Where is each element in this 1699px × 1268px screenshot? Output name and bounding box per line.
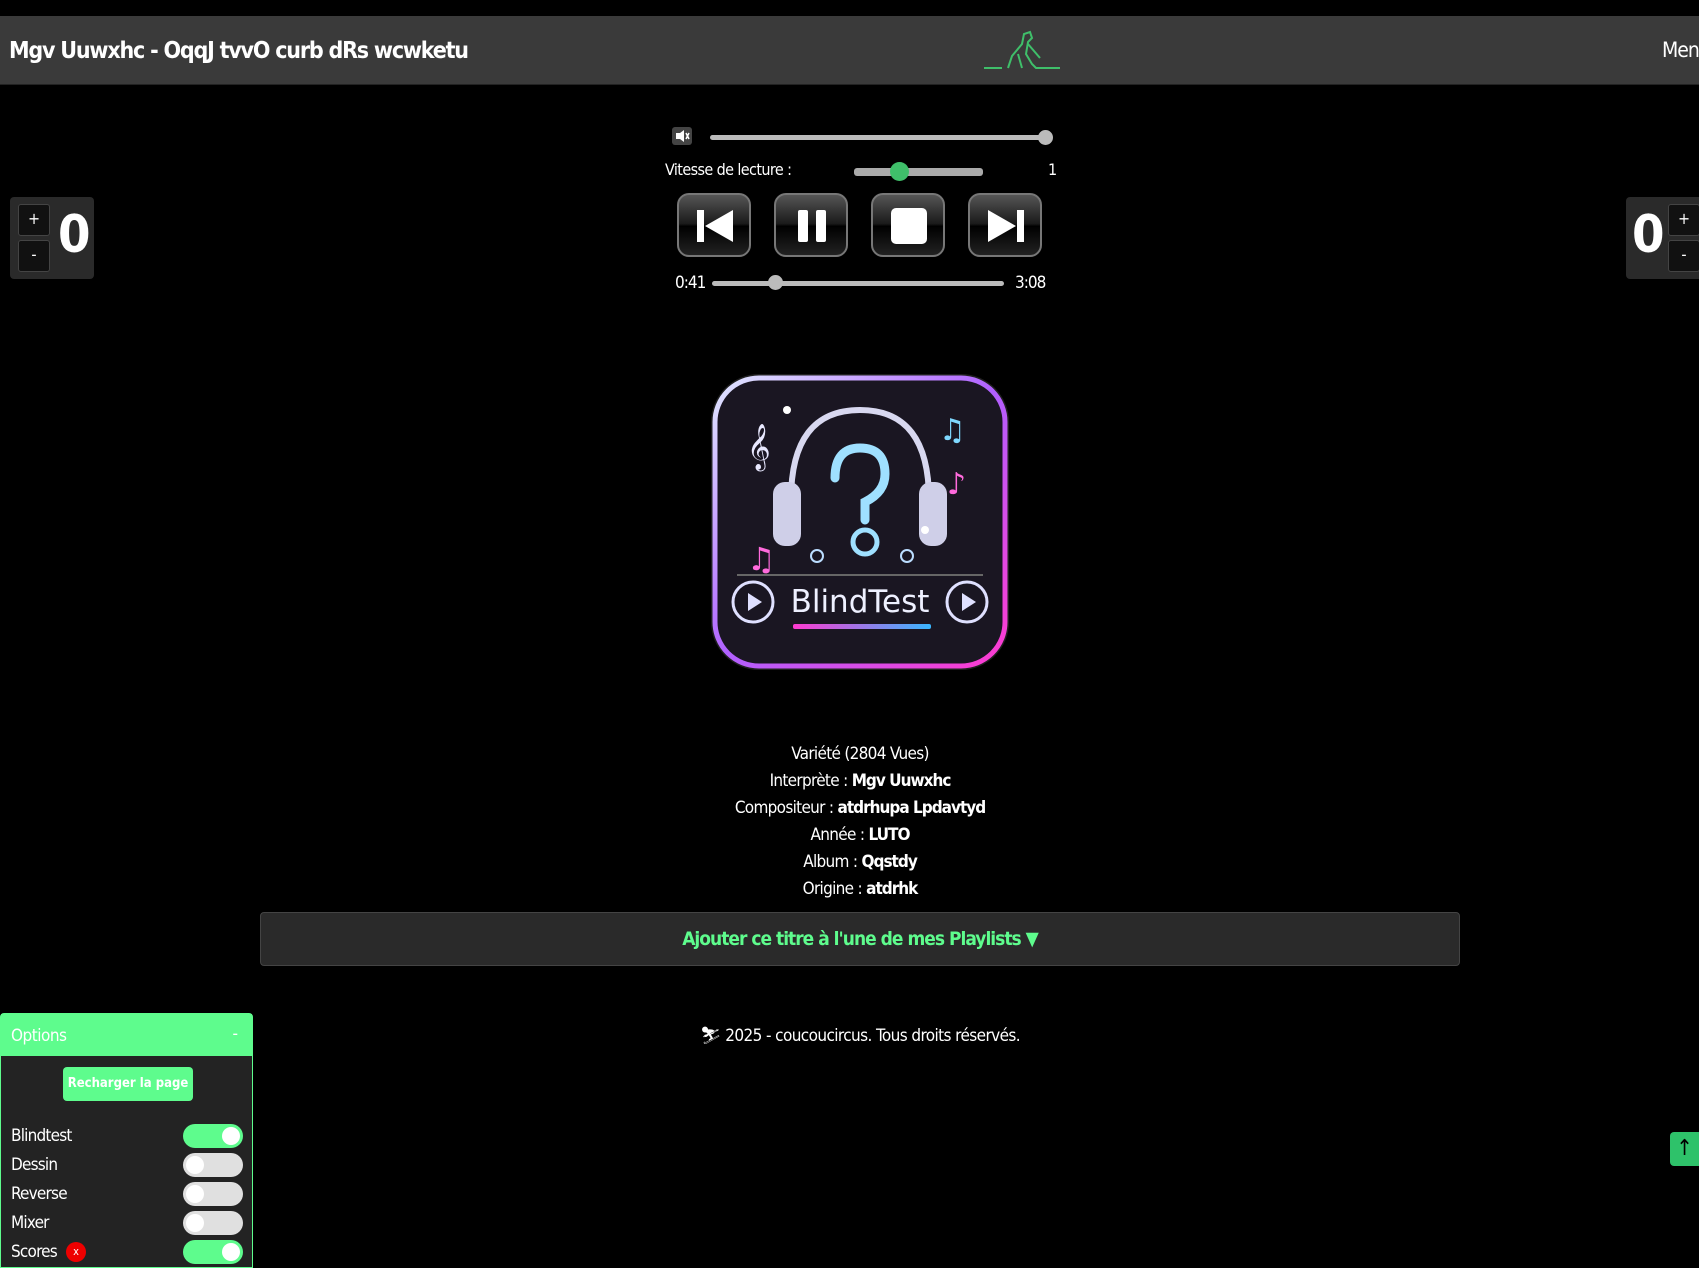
option-label: Blindtest [11, 1126, 72, 1146]
svg-text:♫: ♫ [747, 540, 776, 578]
headphone-left-icon [773, 482, 801, 546]
mixer-toggle[interactable] [183, 1211, 243, 1235]
svg-text:BlindTest: BlindTest [791, 584, 930, 620]
previous-icon [697, 210, 733, 242]
interprete-value: Mgv Uuwxhc [851, 771, 952, 791]
headphone-right-icon [919, 482, 947, 546]
pause-button[interactable] [774, 193, 848, 257]
option-label: Scores [11, 1242, 58, 1262]
reverse-toggle[interactable] [183, 1182, 243, 1206]
add-to-playlist-button[interactable]: Ajouter ce titre à l'une de mes Playlist… [260, 912, 1460, 966]
interprete-label: Interprète : [769, 771, 849, 791]
annee-label: Année : [810, 825, 865, 845]
option-blindtest: Blindtest [11, 1124, 246, 1148]
score-left-minus-button[interactable]: - [18, 240, 50, 272]
option-dessin: Dessin [11, 1153, 246, 1177]
top-strip [0, 0, 1699, 16]
option-reverse: Reverse [11, 1182, 246, 1206]
previous-button[interactable] [677, 193, 751, 257]
progress-slider-thumb[interactable] [767, 275, 783, 290]
scores-toggle[interactable] [183, 1240, 243, 1264]
options-header[interactable]: Options - [1, 1014, 252, 1056]
footer: ⛷ 2025 - coucoucircus. Tous droits réser… [0, 1026, 1699, 1046]
annee-line: Année : LUTO [0, 825, 1699, 845]
penguin-small-icon: ⛷ [699, 1026, 722, 1046]
score-right-plus-button[interactable]: + [1668, 204, 1699, 236]
progress-slider[interactable] [712, 281, 1004, 286]
score-box-left: + - 0 [10, 197, 94, 279]
score-right-minus-button[interactable]: - [1668, 240, 1699, 272]
option-scores: Scores x [11, 1240, 246, 1264]
compositeur-line: Compositeur : atdrhupa Lpdavtyd [0, 798, 1699, 818]
compositeur-value: atdrhupa Lpdavtyd [837, 798, 987, 818]
score-box-right: 0 + - [1626, 197, 1699, 279]
blindtest-artwork: 𝄞 ♫ ♪ ♫ BlindTest [711, 374, 1009, 670]
options-panel: Options - Recharger la page Blindtest De… [0, 1013, 253, 1268]
scroll-to-top-button[interactable]: ↑ [1670, 1132, 1699, 1166]
volume-slider-thumb[interactable] [1038, 130, 1053, 145]
genre-views: Variété (2804 Vues) [791, 744, 929, 764]
header-bar: Mgv Uuwxhc - OqqJ tvvO curb dRs wcwketu … [0, 16, 1699, 85]
option-mixer: Mixer [11, 1211, 246, 1235]
svg-text:𝄞: 𝄞 [747, 424, 771, 472]
annee-value: LUTO [868, 825, 910, 845]
option-label: Mixer [11, 1213, 49, 1233]
svg-text:♫: ♫ [939, 413, 966, 448]
score-right-value: 0 [1632, 205, 1665, 265]
options-collapse-button[interactable]: - [232, 1024, 238, 1044]
next-icon [988, 210, 1024, 242]
footer-text: 2025 - coucoucircus. Tous droits réservé… [725, 1026, 1021, 1046]
penguin-logo-icon[interactable] [982, 24, 1068, 76]
origine-value: atdrhk [866, 879, 918, 899]
option-label: Reverse [11, 1184, 68, 1204]
stop-button[interactable] [871, 193, 945, 257]
volume-mute-icon[interactable] [672, 127, 692, 145]
stop-icon [891, 208, 927, 244]
compositeur-label: Compositeur : [734, 798, 834, 818]
options-title: Options [11, 1026, 67, 1046]
option-label: Dessin [11, 1155, 58, 1175]
scores-reset-badge[interactable]: x [66, 1242, 86, 1262]
speed-value: 1 [1048, 160, 1058, 179]
speed-slider-thumb[interactable] [890, 162, 909, 181]
score-left-value: 0 [58, 205, 91, 265]
volume-slider[interactable] [710, 135, 1046, 140]
album-label: Album : [803, 852, 858, 872]
menu-button[interactable]: Menu [1662, 38, 1699, 62]
origine-label: Origine : [802, 879, 863, 899]
next-button[interactable] [968, 193, 1042, 257]
duration: 3:08 [1015, 273, 1046, 293]
speed-label: Vitesse de lecture : [665, 160, 792, 179]
current-time: 0:41 [675, 273, 706, 293]
score-left-plus-button[interactable]: + [18, 204, 50, 236]
pause-icon [798, 210, 826, 242]
dessin-toggle[interactable] [183, 1153, 243, 1177]
album-value: Qqstdy [861, 852, 918, 872]
album-line: Album : Qqstdy [0, 852, 1699, 872]
blindtest-toggle[interactable] [183, 1124, 243, 1148]
interprete-line: Interprète : Mgv Uuwxhc [0, 771, 1699, 791]
page-title: Mgv Uuwxhc - OqqJ tvvO curb dRs wcwketu [9, 38, 469, 64]
svg-text:♪: ♪ [947, 467, 966, 502]
origine-line: Origine : atdrhk [0, 879, 1699, 899]
speed-slider[interactable] [854, 168, 983, 176]
reload-page-button[interactable]: Recharger la page [63, 1067, 193, 1101]
